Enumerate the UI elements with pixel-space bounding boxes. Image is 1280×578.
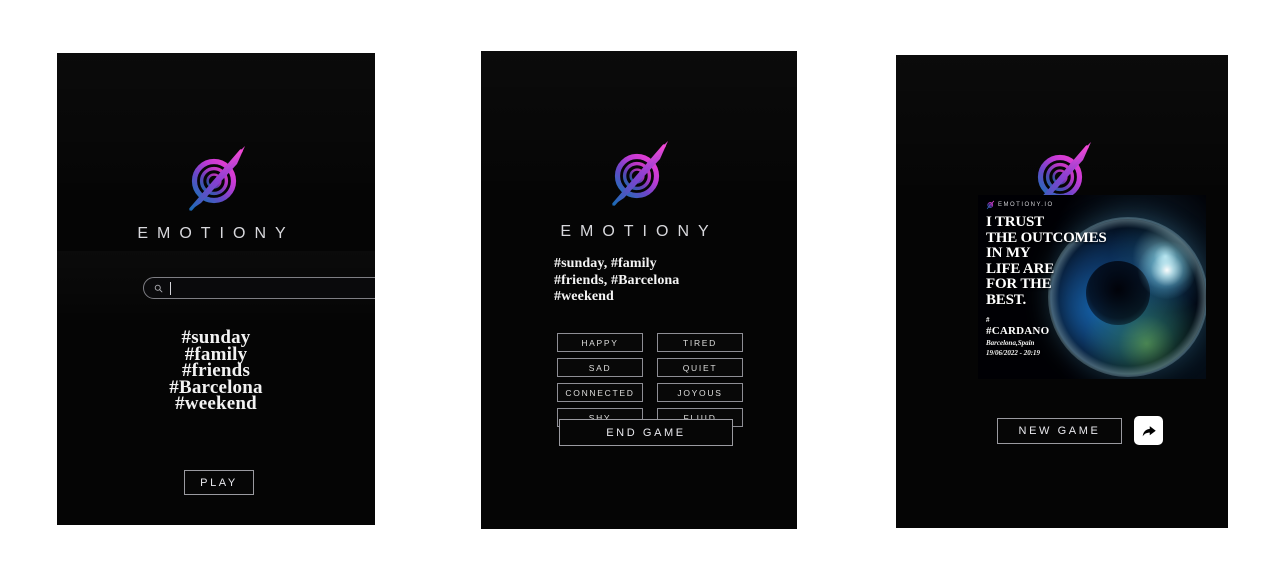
- emotiony-spiral-logo-icon: [986, 200, 995, 209]
- quote-line: IN MY: [986, 245, 1031, 261]
- card-timestamp: 19/06/2022 - 20:19: [986, 349, 1041, 357]
- brand-wordmark: EMOTIONY: [560, 223, 718, 240]
- search-icon: [154, 284, 163, 292]
- share-arrow-icon: [1142, 425, 1156, 436]
- card-brand-header: EMOTIONY.IO: [986, 200, 1054, 209]
- quote-line: BEST.: [986, 291, 1026, 308]
- card-location: Barcelona,Spain: [986, 339, 1035, 347]
- card-hash-symbol: #: [986, 316, 990, 324]
- panel-start-screen: EMOTIONY #sunday #family #friends #Barce…: [57, 53, 375, 525]
- quote-line: I TRUST: [986, 214, 1044, 230]
- quote-line: LIFE ARE: [986, 260, 1055, 277]
- emotion-button-joyous[interactable]: JOYOUS: [657, 383, 743, 402]
- panel-game-screen: EMOTIONY #sunday, #family #friends, #Bar…: [481, 51, 797, 529]
- brand-wordmark: EMOTIONY: [137, 225, 295, 242]
- new-game-button[interactable]: NEW GAME: [997, 418, 1122, 444]
- end-game-button[interactable]: END GAME: [559, 419, 733, 446]
- card-meta: # #CARDANO Barcelona,Spain 19/06/2022 - …: [986, 316, 1049, 358]
- emotion-button-tired[interactable]: TIRED: [657, 333, 743, 352]
- emotion-button-sad[interactable]: SAD: [557, 358, 643, 377]
- brand-logo: [604, 136, 674, 208]
- card-quote: I TRUST THE OUTCOMES IN MY LIFE ARE FOR …: [986, 214, 1107, 308]
- screenshot-canvas: EMOTIONY #sunday #family #friends #Barce…: [0, 0, 1280, 578]
- tag-line: #friends, #Barcelona: [554, 272, 680, 288]
- text-caret: [170, 281, 171, 295]
- share-button[interactable]: [1134, 416, 1163, 445]
- tag-list: #sunday #family #friends #Barcelona #wee…: [57, 328, 375, 414]
- panel-result-screen: EMOTIONY.IO I TRUST THE OUTCOMES IN MY L…: [896, 55, 1228, 528]
- emotion-options-grid: HAPPY TIRED SAD QUIET CONNECTED JOYOUS S…: [557, 333, 743, 427]
- tag-line: #sunday, #family: [554, 256, 657, 271]
- quote-line: THE OUTCOMES: [986, 229, 1107, 246]
- emotiony-spiral-logo-icon: [612, 141, 668, 206]
- card-hashtag: #CARDANO: [986, 325, 1050, 337]
- result-card[interactable]: EMOTIONY.IO I TRUST THE OUTCOMES IN MY L…: [978, 195, 1206, 379]
- brand-logo: [181, 141, 251, 213]
- tag-line: #weekend: [554, 289, 614, 304]
- quote-line: FOR THE: [986, 276, 1052, 292]
- emotion-button-happy[interactable]: HAPPY: [557, 333, 643, 352]
- emotiony-spiral-logo-icon: [189, 146, 245, 211]
- emotion-button-connected[interactable]: CONNECTED: [557, 383, 643, 402]
- tag-item: #weekend: [175, 393, 257, 414]
- play-button[interactable]: PLAY: [184, 470, 254, 495]
- search-input[interactable]: [143, 277, 375, 299]
- selected-tags: #sunday, #family #friends, #Barcelona #w…: [554, 256, 679, 306]
- card-brand-label: EMOTIONY.IO: [998, 201, 1054, 208]
- emotion-button-quiet[interactable]: QUIET: [657, 358, 743, 377]
